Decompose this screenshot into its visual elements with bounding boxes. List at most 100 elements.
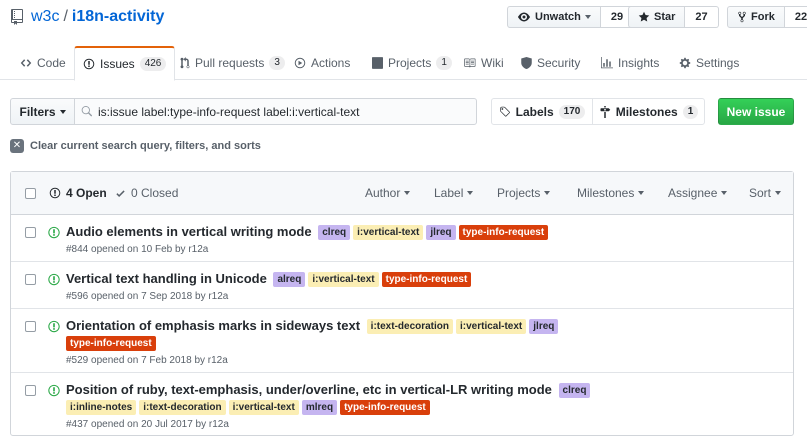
assignee-filter[interactable]: Assignee	[668, 186, 728, 200]
tab-actions[interactable]: Actions	[294, 46, 350, 80]
closed-count-label: 0 Closed	[131, 186, 179, 200]
watch-group: Unwatch 29	[507, 6, 635, 28]
tab-issues-label: Issues	[100, 57, 135, 71]
star-button[interactable]: Star	[628, 6, 686, 28]
repo-separator: /	[63, 8, 68, 25]
repo-header: w3c / i18n-activity Unwatch 29 Star 27 F…	[0, 0, 807, 46]
repo-nav-tabs: Code Issues 426 Pull requests 3 Actions …	[0, 46, 807, 81]
clear-query-link[interactable]: ✕ Clear current search query, filters, a…	[10, 139, 261, 153]
issue-title-line: Orientation of emphasis marks in sideway…	[66, 318, 559, 334]
author-filter[interactable]: Author	[365, 186, 411, 200]
issue-label[interactable]: i:text-decoration	[366, 319, 454, 334]
issue-title-line: Audio elements in vertical writing mode …	[66, 224, 549, 240]
issue-title-link[interactable]: Orientation of emphasis marks in sideway…	[66, 318, 360, 333]
issue-checkbox[interactable]	[25, 385, 36, 396]
issue-label[interactable]: clreq	[558, 383, 591, 398]
issue-checkbox[interactable]	[25, 227, 36, 238]
search-input[interactable]: is:issue label:type-info-request label:i…	[74, 98, 477, 125]
author-filter-label: Author	[365, 186, 401, 200]
sort-filter[interactable]: Sort	[749, 186, 782, 200]
issue-checkbox[interactable]	[25, 321, 36, 332]
labels-button[interactable]: Labels 170	[491, 98, 593, 125]
issue-label[interactable]: i:vertical-text	[228, 400, 299, 415]
star-count[interactable]: 27	[685, 6, 719, 28]
fork-button[interactable]: Fork	[727, 6, 785, 28]
tab-insights[interactable]: Insights	[601, 46, 659, 80]
issue-opened-icon	[49, 187, 61, 199]
repo-owner-link[interactable]: w3c	[31, 8, 59, 26]
issue-title-link[interactable]: Vertical text handling in Unicode	[66, 271, 267, 286]
issue-label[interactable]: i:vertical-text	[308, 272, 379, 287]
issue-row[interactable]: Orientation of emphasis marks in sideway…	[11, 309, 793, 373]
pulls-counter: 3	[269, 56, 285, 70]
issue-label[interactable]: i:inline-notes	[66, 400, 137, 415]
play-icon	[294, 57, 306, 69]
closed-issues-filter[interactable]: 0 Closed	[115, 186, 178, 200]
open-issues-filter[interactable]: 4 Open	[49, 186, 107, 200]
tab-code[interactable]: Code	[20, 46, 66, 80]
issue-label[interactable]: i:vertical-text	[353, 225, 424, 240]
tab-settings[interactable]: Settings	[679, 46, 739, 80]
chevron-down-icon	[638, 191, 645, 195]
tab-projects[interactable]: Projects 1	[372, 46, 452, 80]
issue-checkbox[interactable]	[25, 274, 36, 285]
tab-wiki[interactable]: Wiki	[463, 46, 504, 80]
tab-settings-label: Settings	[696, 56, 740, 70]
issue-row[interactable]: Position of ruby, text-emphasis, under/o…	[11, 373, 793, 436]
issue-opened-icon	[48, 384, 60, 397]
issues-list-header: 4 Open 0 Closed Author Label Projects Mi…	[11, 172, 793, 215]
issue-title-link[interactable]: Position of ruby, text-emphasis, under/o…	[66, 382, 552, 397]
check-icon	[116, 189, 125, 197]
labels-label: Labels	[515, 104, 554, 119]
label-filter[interactable]: Label	[434, 186, 474, 200]
tab-security[interactable]: Security	[521, 46, 580, 80]
chevron-down-icon	[775, 191, 782, 195]
issue-label[interactable]: i:vertical-text	[456, 319, 527, 334]
filters-label: Filters	[19, 104, 56, 119]
issue-label[interactable]: alreq	[273, 272, 306, 287]
pull-request-icon	[180, 57, 190, 69]
issue-label[interactable]: type-info-request	[340, 400, 430, 415]
milestones-count: 1	[682, 104, 699, 119]
issue-label[interactable]: i:text-decoration	[139, 400, 226, 415]
projects-filter[interactable]: Projects	[497, 186, 551, 200]
milestones-filter[interactable]: Milestones	[577, 186, 645, 200]
issues-list: 4 Open 0 Closed Author Label Projects Mi…	[10, 171, 794, 436]
chevron-down-icon	[584, 15, 591, 19]
new-issue-button[interactable]: New issue	[718, 98, 794, 125]
fork-count[interactable]: 22	[784, 6, 807, 28]
projects-filter-label: Projects	[497, 186, 541, 200]
tab-issues[interactable]: Issues 426	[74, 46, 176, 81]
issue-row[interactable]: Vertical text handling in Unicode alreq i…	[11, 262, 793, 309]
issue-meta: #529 opened on 7 Feb 2018 by r12a	[66, 355, 228, 366]
book-icon	[464, 58, 476, 68]
issue-label[interactable]: type-info-request	[381, 272, 472, 287]
fork-icon	[738, 11, 746, 23]
issue-label-line: i:inline-notes i:text-decoration i:vertica…	[63, 400, 430, 415]
issue-label[interactable]: jlreq	[426, 225, 456, 240]
issue-label[interactable]: type-info-request	[66, 336, 156, 351]
chevron-down-icon	[721, 191, 728, 195]
unwatch-button[interactable]: Unwatch	[507, 6, 601, 28]
issue-label[interactable]: clreq	[318, 225, 351, 240]
milestone-icon	[600, 105, 610, 118]
shield-icon	[521, 57, 532, 69]
star-icon	[638, 11, 650, 22]
issue-label[interactable]: jlreq	[529, 319, 559, 334]
milestones-button[interactable]: Milestones 1	[592, 98, 705, 125]
issue-label[interactable]: type-info-request	[458, 225, 549, 240]
select-all-checkbox[interactable]	[25, 188, 36, 199]
issue-meta: #437 opened on 20 Jul 2017 by r12a	[66, 419, 229, 430]
issue-row[interactable]: Audio elements in vertical writing mode …	[11, 215, 793, 262]
issue-label[interactable]: mlreq	[301, 400, 338, 415]
repo-name-link[interactable]: i18n-activity	[72, 8, 164, 26]
filters-dropdown[interactable]: Filters	[10, 98, 75, 125]
milestones-filter-label: Milestones	[577, 186, 635, 200]
tab-code-label: Code	[37, 56, 66, 70]
issue-label-line: type-info-request	[63, 336, 156, 351]
tab-pull-requests[interactable]: Pull requests 3	[180, 46, 285, 80]
issue-title-link[interactable]: Audio elements in vertical writing mode	[66, 224, 312, 239]
star-group: Star 27	[628, 6, 719, 28]
chevron-down-icon	[59, 109, 66, 114]
issue-opened-icon	[48, 273, 60, 286]
